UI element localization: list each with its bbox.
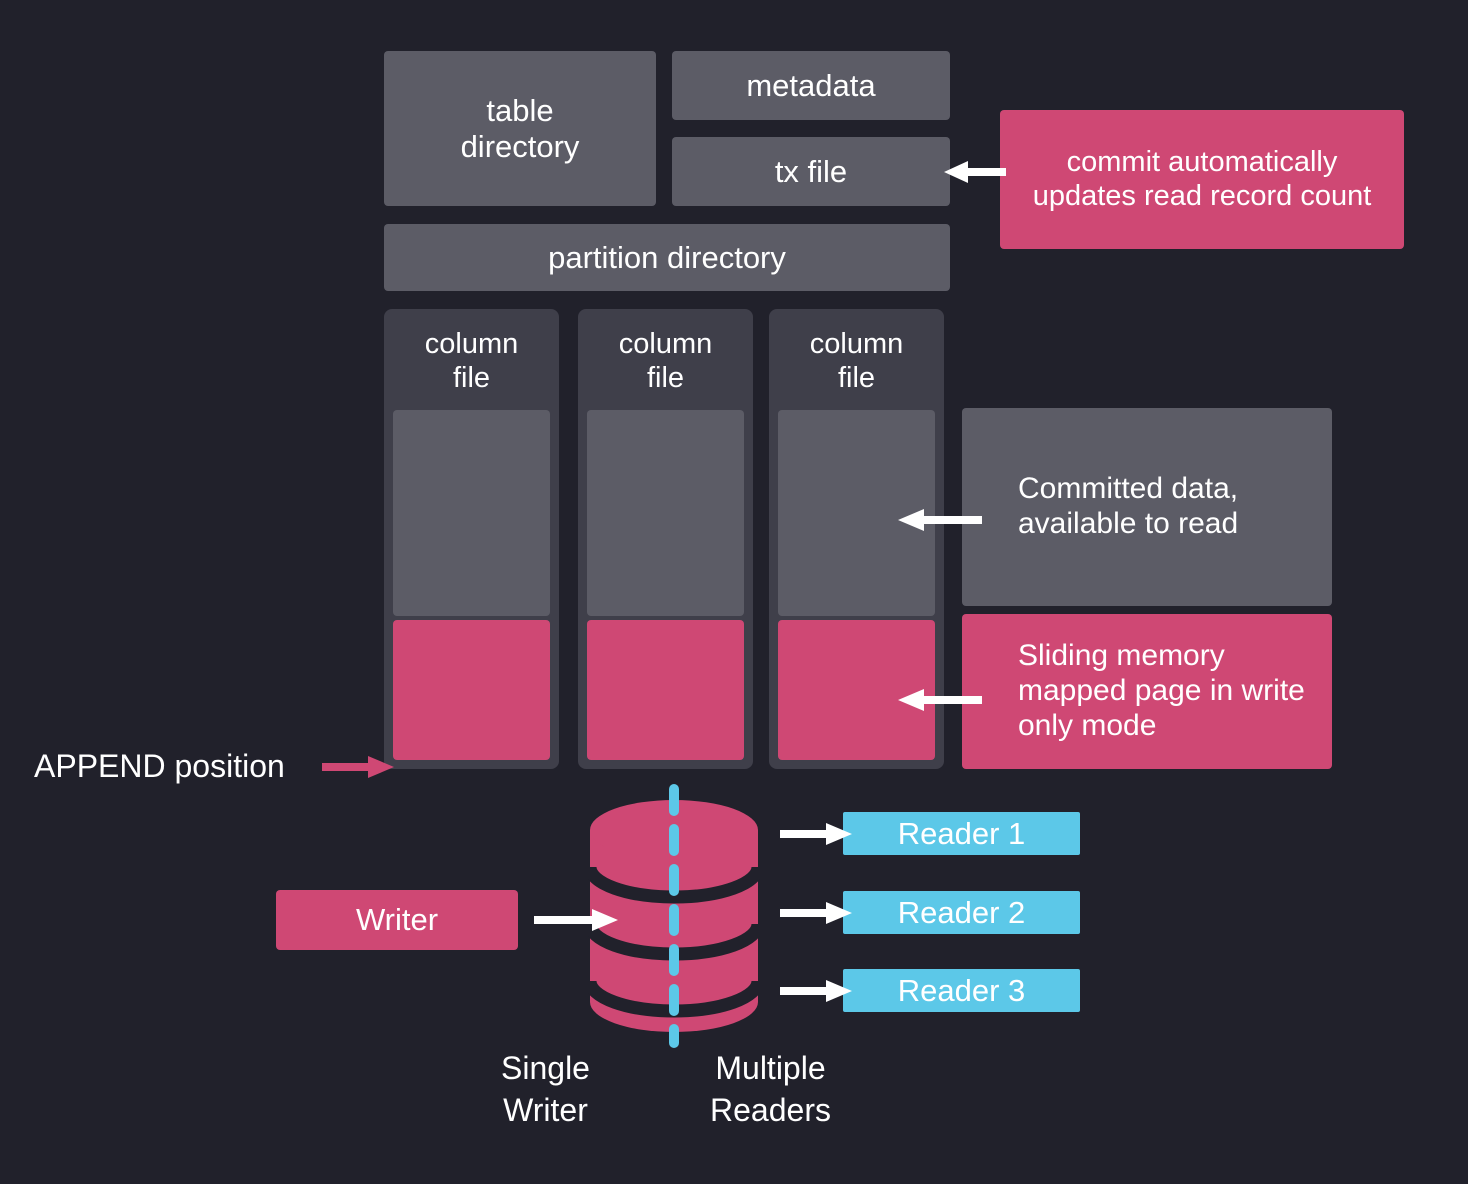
tx-file-box: tx file: [672, 137, 950, 206]
multiple-readers-caption-line2: Readers: [710, 1091, 831, 1128]
committed-data-callout-box: Committed data, available to read: [962, 408, 1332, 606]
append-position-arrow: [322, 755, 394, 779]
reader-box-1: Reader 1: [843, 812, 1080, 855]
committed-data-callout-label: Committed data, available to read: [1018, 472, 1239, 540]
column-file-1: column file: [384, 309, 559, 769]
metadata-box: metadata: [672, 51, 950, 120]
db-to-reader-2-arrow: [780, 901, 852, 925]
sliding-page-arrow: [898, 688, 982, 712]
append-position-label: APPEND position: [34, 748, 285, 785]
single-writer-caption-line2: Writer: [503, 1091, 588, 1128]
partition-directory-label: partition directory: [548, 239, 786, 275]
writer-label: Writer: [355, 902, 439, 938]
column-file-2: column file: [578, 309, 753, 769]
writer-box: Writer: [276, 890, 518, 950]
reader-label-2: Reader 2: [897, 894, 1026, 930]
reader-box-2: Reader 2: [843, 891, 1080, 934]
reader-box-3: Reader 3: [843, 969, 1080, 1012]
commit-callout-box: commit automatically updates read record…: [1000, 110, 1404, 249]
table-directory-label-line1: table: [486, 92, 554, 128]
single-writer-caption: Single Writer: [463, 1048, 628, 1134]
column-file-2-write-block: [587, 620, 744, 760]
diagram-canvas: table directory metadata tx file commit …: [0, 0, 1468, 1184]
table-directory-label-line2: directory: [460, 128, 580, 164]
table-directory-box: table directory: [384, 51, 656, 206]
sliding-page-callout-label: Sliding memory mapped page in write only…: [1018, 639, 1305, 742]
db-to-reader-1-arrow: [780, 822, 852, 846]
db-to-reader-3-arrow: [780, 979, 852, 1003]
multiple-readers-caption-line1: Multiple: [715, 1050, 826, 1086]
column-file-1-write-block: [393, 620, 550, 760]
column-file-1-committed-block: [393, 410, 550, 616]
column-file-1-label: column file: [424, 328, 519, 395]
reader-label-1: Reader 1: [897, 815, 1026, 851]
sliding-page-callout-box: Sliding memory mapped page in write only…: [962, 614, 1332, 769]
committed-data-arrow: [898, 508, 982, 532]
tx-file-label: tx file: [774, 153, 848, 189]
writer-reader-split-line: [666, 784, 682, 1048]
single-writer-caption-line1: Single: [501, 1050, 590, 1086]
column-file-2-label: column file: [618, 328, 713, 395]
multiple-readers-caption: Multiple Readers: [688, 1048, 853, 1134]
writer-to-db-arrow: [534, 908, 618, 932]
column-file-2-committed-block: [587, 410, 744, 616]
metadata-label: metadata: [746, 67, 876, 103]
partition-directory-box: partition directory: [384, 224, 950, 291]
column-file-3-label: column file: [809, 328, 904, 395]
commit-to-txfile-arrow: [944, 160, 1006, 184]
reader-label-3: Reader 3: [897, 972, 1026, 1008]
commit-callout-label: commit automatically updates read record…: [1032, 145, 1372, 212]
